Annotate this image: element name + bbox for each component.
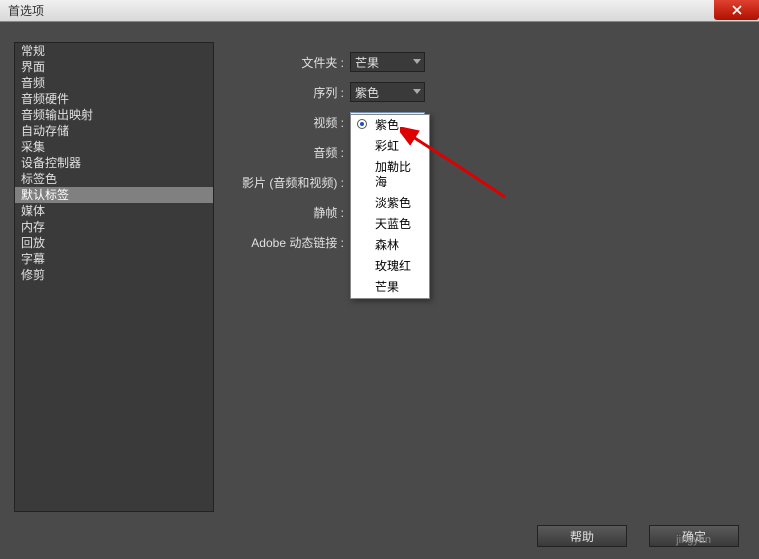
sidebar-item[interactable]: 采集: [15, 139, 213, 155]
dropdown-option[interactable]: 森林: [351, 235, 429, 256]
chevron-down-icon: [413, 89, 421, 94]
dropdown-option[interactable]: 玫瑰红: [351, 256, 429, 277]
form-row: 文件夹 : 芒果: [230, 52, 739, 72]
dropdown-value: 紫色: [355, 84, 379, 101]
dropdown-option-label: 加勒比海: [375, 160, 411, 189]
dropdown-option[interactable]: 彩虹: [351, 136, 429, 157]
video-dropdown-menu[interactable]: 紫色彩虹加勒比海淡紫色天蓝色森林玫瑰红芒果: [350, 114, 430, 299]
sidebar-item[interactable]: 音频硬件: [15, 91, 213, 107]
dropdown-option-label: 淡紫色: [375, 196, 411, 210]
sidebar-item[interactable]: 音频输出映射: [15, 107, 213, 123]
sidebar-item[interactable]: 回放: [15, 235, 213, 251]
sidebar-item[interactable]: 媒体: [15, 203, 213, 219]
form-label: 影片 (音频和视频) :: [230, 174, 350, 191]
dropdown-option-label: 森林: [375, 238, 399, 252]
chevron-down-icon: [413, 59, 421, 64]
sidebar-item[interactable]: 内存: [15, 219, 213, 235]
ok-button[interactable]: 确定: [649, 525, 739, 547]
window-title: 首选项: [8, 2, 44, 19]
form-label: 视频 :: [230, 114, 350, 131]
sidebar-item[interactable]: 常规: [15, 43, 213, 59]
form-label: 静帧 :: [230, 204, 350, 221]
dropdown-value: 芒果: [355, 54, 379, 71]
close-icon: [732, 5, 742, 15]
form-row: 视频 : 紫色: [230, 112, 739, 132]
close-button[interactable]: [714, 0, 759, 20]
sidebar-item[interactable]: 修剪: [15, 267, 213, 283]
form-label: 音频 :: [230, 144, 350, 161]
sidebar-item[interactable]: 字幕: [15, 251, 213, 267]
dropdown[interactable]: 紫色: [350, 82, 425, 102]
form-row: Adobe 动态链接 :: [230, 232, 739, 252]
help-button[interactable]: 帮助: [537, 525, 627, 547]
sidebar-item[interactable]: 默认标签: [15, 187, 213, 203]
form-label: 序列 :: [230, 84, 350, 101]
dialog-content: 常规界面音频音频硬件音频输出映射自动存储采集设备控制器标签色默认标签媒体内存回放…: [0, 22, 759, 559]
dropdown-option-label: 天蓝色: [375, 217, 411, 231]
dropdown-option-label: 紫色: [375, 118, 399, 132]
form-row: 影片 (音频和视频) :: [230, 172, 739, 192]
titlebar: 首选项: [0, 0, 759, 22]
dropdown-option-label: 芒果: [375, 280, 399, 294]
category-sidebar: 常规界面音频音频硬件音频输出映射自动存储采集设备控制器标签色默认标签媒体内存回放…: [14, 42, 214, 512]
dropdown-option[interactable]: 天蓝色: [351, 214, 429, 235]
form-row: 静帧 :: [230, 202, 739, 222]
dropdown-option[interactable]: 紫色: [351, 115, 429, 136]
dropdown-option[interactable]: 芒果: [351, 277, 429, 298]
sidebar-item[interactable]: 音频: [15, 75, 213, 91]
sidebar-item[interactable]: 设备控制器: [15, 155, 213, 171]
form-label: 文件夹 :: [230, 54, 350, 71]
dropdown[interactable]: 芒果: [350, 52, 425, 72]
form-row: 音频 :: [230, 142, 739, 162]
radio-icon: [357, 119, 367, 129]
dropdown-option[interactable]: 加勒比海: [351, 157, 429, 193]
dialog-buttons: 帮助 确定: [537, 525, 739, 547]
sidebar-item[interactable]: 界面: [15, 59, 213, 75]
form-row: 序列 : 紫色: [230, 82, 739, 102]
sidebar-item[interactable]: 标签色: [15, 171, 213, 187]
dropdown-option-label: 玫瑰红: [375, 259, 411, 273]
form-label: Adobe 动态链接 :: [230, 234, 350, 251]
dropdown-option-label: 彩虹: [375, 139, 399, 153]
form-area: 文件夹 :芒果序列 :紫色视频 :紫色音频 :影片 (音频和视频) :静帧 :A…: [230, 52, 739, 262]
sidebar-item[interactable]: 自动存储: [15, 123, 213, 139]
dropdown-option[interactable]: 淡紫色: [351, 193, 429, 214]
